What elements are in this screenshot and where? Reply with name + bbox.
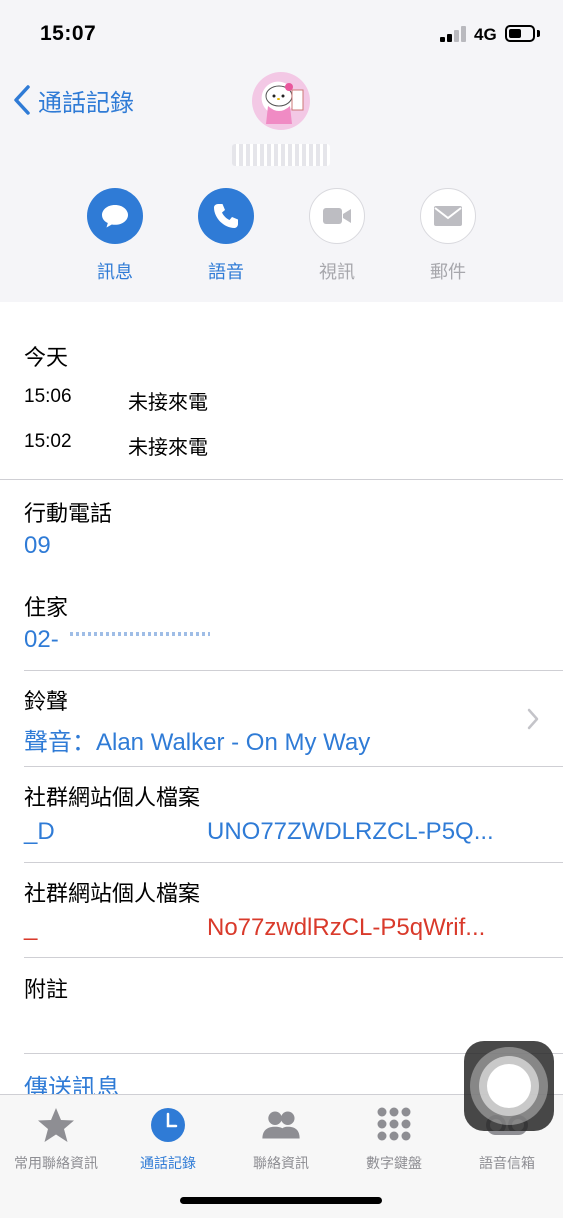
home-number-link[interactable]: 02-: [24, 626, 59, 654]
phone-icon: [214, 204, 238, 228]
star-icon: [34, 1103, 78, 1147]
status-time: 15:07: [40, 22, 97, 45]
social-profile-prefix[interactable]: _D: [24, 818, 55, 846]
mail-icon: [434, 206, 462, 226]
social-profile-link[interactable]: UNO77ZWDLRZCL-P5Q...: [207, 818, 494, 846]
back-label: 通話記錄: [38, 89, 134, 117]
tab-label: 數字鍵盤: [366, 1155, 422, 1171]
contacts-icon: [259, 1103, 303, 1147]
notes-label[interactable]: 附註: [24, 972, 68, 1004]
video-call-action-circle: [309, 188, 365, 244]
tab-keypad[interactable]: 數字鍵盤: [338, 1103, 450, 1173]
battery-tip: [537, 30, 540, 37]
divider: [24, 670, 563, 671]
video-call-action-button[interactable]: 視訊: [297, 188, 377, 284]
avatar-image-icon: [265, 83, 304, 124]
mobile-label: 行動電話: [24, 501, 113, 526]
voice-call-action-button[interactable]: 語音: [186, 188, 266, 284]
social-profile-label: 社群網站個人檔案: [24, 881, 201, 906]
call-status: 未接來電: [128, 392, 208, 414]
message-action-label: 訊息: [97, 262, 133, 282]
mail-action-label: 郵件: [430, 262, 466, 282]
mail-action-circle: [420, 188, 476, 244]
social-profile-link[interactable]: No77zwdlRzCL-P5qWrif...: [207, 914, 485, 942]
contact-name-redacted: [232, 144, 330, 166]
mobile-number-link[interactable]: 09: [24, 532, 51, 560]
network-type: 4G: [474, 25, 497, 44]
tab-recents[interactable]: 通話記錄: [112, 1103, 224, 1173]
assistive-touch-button[interactable]: [464, 1041, 554, 1131]
ringtone-value[interactable]: 聲音：Alan Walker - On My Way: [24, 722, 370, 757]
divider: [24, 862, 563, 863]
tab-label: 常用聯絡資訊: [14, 1155, 98, 1171]
voice-call-action-circle: [198, 188, 254, 244]
clock-icon: [146, 1103, 190, 1147]
call-status: 未接來電: [128, 437, 208, 459]
cellular-signal-icon: [440, 26, 470, 42]
battery-icon: [505, 25, 535, 42]
call-time: 15:06: [24, 386, 72, 407]
chevron-left-icon: [14, 85, 30, 115]
ringtone-label: 鈴聲: [24, 689, 69, 714]
tab-label: 聯絡資訊: [253, 1155, 309, 1171]
video-call-action-label: 視訊: [319, 262, 355, 282]
voice-call-action-label: 語音: [208, 262, 244, 282]
home-number-redaction: [70, 632, 210, 636]
home-label: 住家: [24, 595, 69, 620]
chevron-right-icon[interactable]: [526, 708, 540, 730]
mail-action-button[interactable]: 郵件: [408, 188, 488, 284]
tab-label: 通話記錄: [140, 1155, 196, 1171]
message-action-button[interactable]: 訊息: [75, 188, 155, 284]
call-time: 15:02: [24, 431, 72, 452]
back-button[interactable]: 通話記錄: [12, 82, 134, 118]
social-profile-label: 社群網站個人檔案: [24, 785, 201, 810]
tab-contacts[interactable]: 聯絡資訊: [225, 1103, 337, 1173]
divider: [0, 479, 563, 480]
home-indicator[interactable]: [180, 1197, 382, 1204]
assistive-touch-center: [487, 1064, 531, 1108]
contact-avatar[interactable]: [252, 72, 310, 130]
message-icon: [102, 205, 128, 228]
video-icon: [323, 208, 351, 224]
social-profile-prefix[interactable]: _: [24, 914, 37, 942]
keypad-icon: [372, 1103, 416, 1147]
recents-title: 今天: [24, 345, 69, 370]
message-action-circle: [87, 188, 143, 244]
divider: [24, 957, 563, 958]
tab-label: 語音信箱: [479, 1155, 535, 1171]
divider: [24, 766, 563, 767]
tab-favorites[interactable]: 常用聯絡資訊: [0, 1103, 112, 1173]
